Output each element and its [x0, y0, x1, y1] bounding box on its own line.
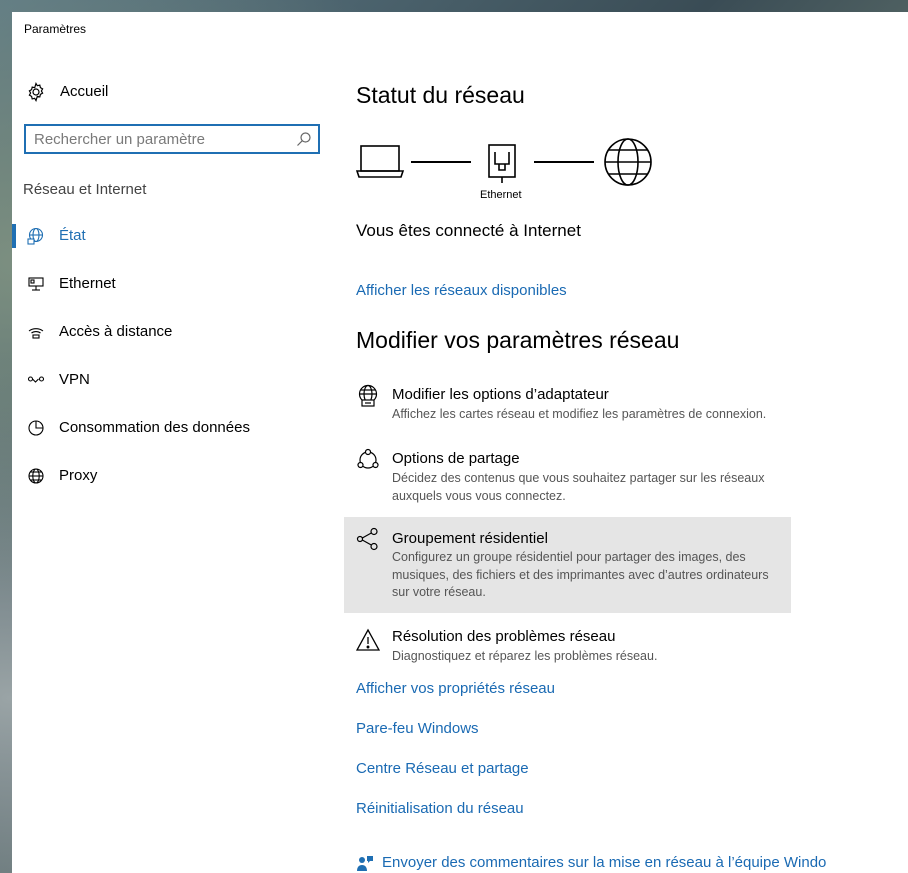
- sidebar-item-etat[interactable]: État: [12, 214, 332, 258]
- gear-icon: [26, 82, 46, 102]
- sidebar-item-label: Consommation des données: [59, 419, 250, 436]
- sharing-icon: [356, 448, 380, 472]
- vpn-icon: [27, 371, 45, 389]
- connection-status: Vous êtes connecté à Internet: [356, 221, 581, 240]
- option-title: Modifier les options d’adaptateur: [392, 386, 609, 403]
- selected-indicator: [12, 224, 16, 248]
- connection-line: [411, 161, 471, 163]
- option-description: Configurez un groupe résidentiel pour pa…: [392, 550, 769, 599]
- ethernet-icon: [27, 275, 45, 293]
- globe-status-icon: [27, 227, 45, 245]
- option-adapter[interactable]: Modifier les options d’adaptateur Affich…: [344, 374, 791, 426]
- network-properties-link[interactable]: Afficher vos propriétés réseau: [356, 680, 555, 697]
- option-description: Diagnostiquez et réparez les problèmes r…: [392, 649, 658, 663]
- laptop-icon: [356, 144, 406, 180]
- globe-icon: [27, 467, 45, 485]
- sidebar-item-label: État: [59, 227, 86, 244]
- option-troubleshoot[interactable]: Résolution des problèmes réseau Diagnost…: [344, 618, 791, 670]
- feedback-label: Envoyer des commentaires sur la mise en …: [382, 854, 826, 871]
- adapter-globe-icon: [356, 384, 380, 408]
- sidebar-item-vpn[interactable]: VPN: [12, 358, 332, 402]
- warning-icon: [356, 628, 380, 652]
- option-description: Décidez des contenus que vous souhaitez …: [392, 471, 765, 503]
- dialup-icon: [27, 323, 45, 341]
- section-label: Réseau et Internet: [23, 181, 147, 198]
- show-available-networks-link[interactable]: Afficher les réseaux disponibles: [356, 282, 567, 299]
- option-description: Affichez les cartes réseau et modifiez l…: [392, 407, 767, 421]
- diagram-ethernet-label: Ethernet: [480, 189, 522, 201]
- sidebar-item-label: Accès à distance: [59, 323, 173, 340]
- feedback-link[interactable]: Envoyer des commentaires sur la mise en …: [356, 854, 826, 873]
- modify-heading: Modifier vos paramètres réseau: [356, 327, 680, 353]
- sidebar-item-label: Ethernet: [59, 275, 116, 292]
- connection-line: [534, 161, 594, 163]
- sidebar-item-ethernet[interactable]: Ethernet: [12, 262, 332, 306]
- status-heading: Statut du réseau: [356, 82, 525, 108]
- sidebar-item-consommation[interactable]: Consommation des données: [12, 406, 332, 450]
- sidebar-item-acces-distance[interactable]: Accès à distance: [12, 310, 332, 354]
- sidebar-item-label: Proxy: [59, 467, 98, 484]
- network-sharing-center-link[interactable]: Centre Réseau et partage: [356, 760, 529, 777]
- option-title: Résolution des problèmes réseau: [392, 628, 616, 645]
- internet-globe-icon: [602, 136, 654, 188]
- ethernet-port-icon: [487, 144, 517, 184]
- homegroup-icon: [356, 527, 380, 551]
- settings-window: Paramètres Accueil Réseau et Internet: [12, 12, 908, 873]
- feedback-icon: [356, 855, 374, 873]
- search-input[interactable]: [34, 130, 284, 148]
- main-content: Statut du réseau Ethernet Vous êtes conn…: [344, 44, 908, 873]
- option-title: Groupement résidentiel: [392, 530, 548, 547]
- option-title: Options de partage: [392, 450, 520, 467]
- home-button[interactable]: Accueil: [12, 70, 332, 114]
- network-reset-link[interactable]: Réinitialisation du réseau: [356, 800, 524, 817]
- network-diagram: Ethernet: [356, 134, 676, 204]
- sidebar-item-label: VPN: [59, 371, 90, 388]
- windows-firewall-link[interactable]: Pare-feu Windows: [356, 720, 479, 737]
- search-box[interactable]: [24, 124, 320, 154]
- pie-chart-icon: [27, 419, 45, 437]
- home-label: Accueil: [60, 83, 109, 100]
- sidebar-item-proxy[interactable]: Proxy: [12, 454, 332, 498]
- option-homegroup[interactable]: Groupement résidentiel Configurez un gro…: [344, 517, 791, 613]
- sidebar: Accueil Réseau et Internet: [12, 44, 332, 873]
- window-title: Paramètres: [24, 22, 87, 36]
- option-sharing[interactable]: Options de partage Décidez des contenus …: [344, 438, 791, 508]
- search-icon[interactable]: [296, 131, 312, 147]
